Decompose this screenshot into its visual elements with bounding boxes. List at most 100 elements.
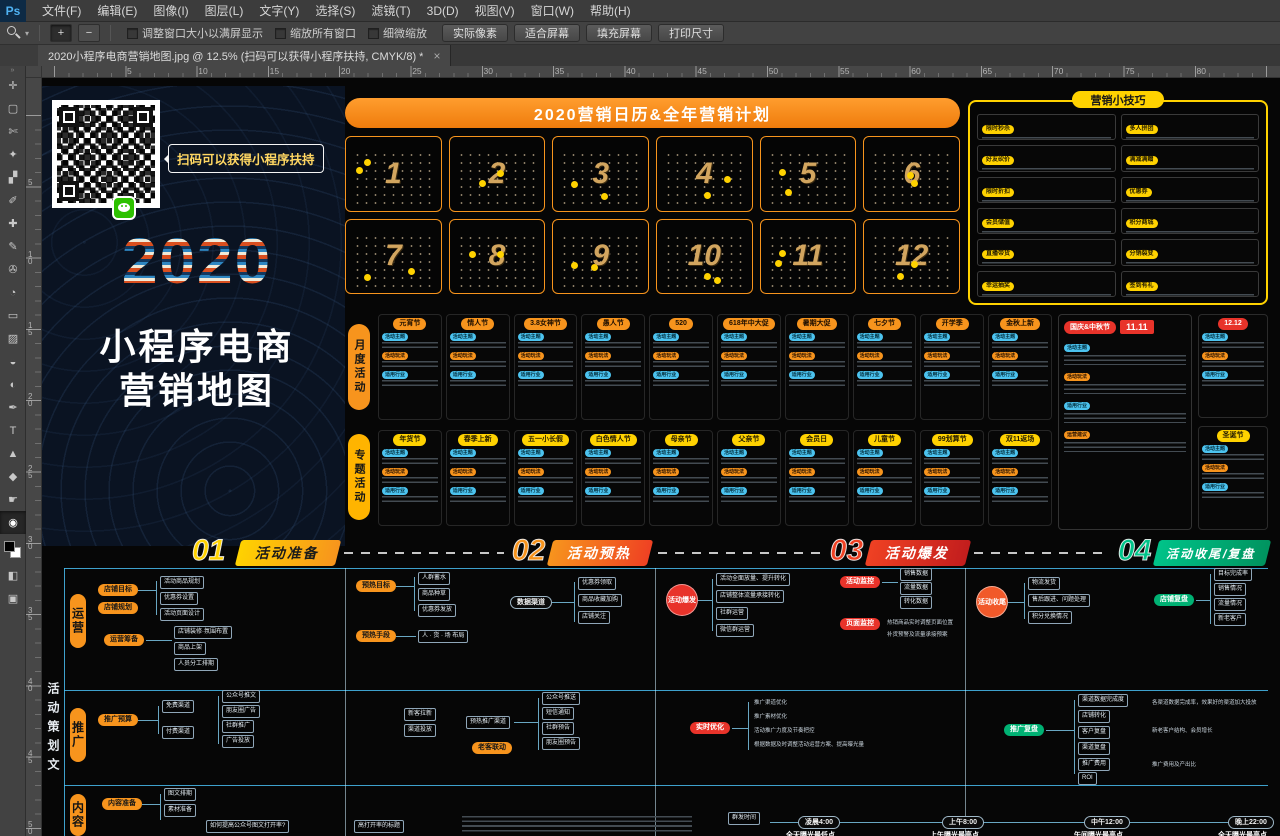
blur-tool[interactable]: ◒ <box>0 350 26 373</box>
phase-2-number: 02 <box>512 534 545 568</box>
campaign-card: 春季上新活动主题活动玩法适用行业 <box>446 430 510 526</box>
ruler-number: 60 <box>911 66 920 76</box>
option-checkbox[interactable]: 缩放所有窗口 <box>275 25 356 41</box>
zoom-tool[interactable]: ◉ <box>0 511 26 534</box>
clone-stamp-tool[interactable]: ✇ <box>0 258 26 281</box>
campaign-card: 元宵节活动主题活动玩法适用行业 <box>378 314 442 420</box>
marquee-tool[interactable]: ▢ <box>0 97 26 120</box>
path-select-tool[interactable]: ▲ <box>0 442 26 465</box>
flow-node <box>146 640 172 641</box>
lasso-tool[interactable]: ✄ <box>0 120 26 143</box>
options-button[interactable]: 填充屏幕 <box>586 24 652 42</box>
option-checkbox[interactable]: 调整窗口大小以满屏显示 <box>127 25 263 41</box>
eyedropper-tool[interactable]: ✐ <box>0 189 26 212</box>
document-tab[interactable]: 2020小程序电商营销地图.jpg @ 12.5% (扫码可以获得小程序扶持, … <box>38 45 451 66</box>
menu-item[interactable]: 窗口(W) <box>523 0 582 22</box>
zoom-tool-preset-icon[interactable] <box>4 24 22 42</box>
document-canvas[interactable]: 扫码可以获得小程序扶持 2020 小程序电商 营销地图 2020营销日历&全年营… <box>42 78 1280 836</box>
horizontal-ruler[interactable]: 5101520253035404550556065707580 <box>42 66 1280 78</box>
menu-item[interactable]: 图层(L) <box>197 0 252 22</box>
menu-item[interactable]: 编辑(E) <box>89 0 145 22</box>
options-button[interactable]: 适合屏幕 <box>514 24 580 42</box>
flow-node: 优惠券发放 <box>418 604 456 617</box>
phase-1-banner: 活动准备 <box>235 540 341 566</box>
option-checkbox[interactable]: 细微缩放 <box>368 25 427 41</box>
menu-item[interactable]: 文字(Y) <box>251 0 307 22</box>
ruler-number: 40 <box>626 66 635 76</box>
flow-node: 优惠券设置 <box>160 592 198 605</box>
campaign-card: 618年中大促活动主题活动玩法适用行业 <box>717 314 781 420</box>
flow-node: 店铺整体流量承接转化 <box>716 590 784 603</box>
flow-node <box>158 706 159 734</box>
flow-node: 微信群运营 <box>716 624 754 637</box>
flow-node: 新客拉新 <box>404 708 436 721</box>
menu-item[interactable]: 文件(F) <box>34 0 89 22</box>
toolbar-grip[interactable]: » <box>0 66 25 74</box>
ruler-number: 50 <box>769 66 778 76</box>
screen-mode-button[interactable]: ▣ <box>0 587 26 610</box>
zoom-in-toggle[interactable]: + <box>50 24 72 42</box>
options-button[interactable]: 实际像素 <box>442 24 508 42</box>
options-button[interactable]: 打印尺寸 <box>658 24 724 42</box>
christmas-pill: 圣诞节 <box>1217 430 1250 442</box>
crop-tool[interactable]: ▞ <box>0 166 26 189</box>
flow-node: 店铺关注 <box>578 611 610 624</box>
tips-panel: 限时秒杀多人拼团好友砍价满减满赠限时折扣优惠券会员储值积分商城直播带货分销裂变幸… <box>968 100 1268 305</box>
dodge-tool[interactable]: ◐ <box>0 373 26 396</box>
flow-node: 广告投放 <box>222 735 254 748</box>
menu-item[interactable]: 帮助(H) <box>582 0 639 22</box>
menu-item[interactable]: 图像(I) <box>145 0 196 22</box>
ruler-number: 3 5 <box>28 607 32 621</box>
healing-brush-tool[interactable]: ✚ <box>0 212 26 235</box>
menu-item[interactable]: 3D(D) <box>419 0 467 22</box>
flow-node: 店铺目标 <box>98 584 138 596</box>
menu-item[interactable]: 选择(S) <box>307 0 363 22</box>
flow-node: 活动推广力度及节奏把控 <box>754 726 815 734</box>
tab-spacer <box>0 45 38 66</box>
type-tool[interactable]: T <box>0 419 26 442</box>
flow-node: 活动商品规划 <box>160 576 204 589</box>
pen-tool[interactable]: ✒ <box>0 396 26 419</box>
campaign-card: 99划算节活动主题活动玩法适用行业 <box>920 430 984 526</box>
close-icon[interactable]: × <box>433 49 440 63</box>
flow-node <box>396 636 416 637</box>
phase-divider <box>965 568 966 836</box>
hand-tool[interactable]: ☛ <box>0 488 26 511</box>
flow-node: 活动页面设计 <box>160 608 204 621</box>
foreground-color-swatch[interactable] <box>4 541 15 552</box>
quick-mask-button[interactable]: ◧ <box>0 564 26 587</box>
tip-box: 优惠券 <box>1121 177 1260 203</box>
phase-2-banner: 活动预热 <box>547 540 653 566</box>
flow-node: 如何提高公众号图文打开率? <box>206 820 289 833</box>
month-box: 12 <box>863 219 960 295</box>
zoom-out-toggle[interactable]: − <box>78 24 100 42</box>
vertical-ruler[interactable]: 51 01 52 02 53 03 54 04 55 0 <box>26 78 42 836</box>
flow-node: 运营筹备 <box>104 634 144 646</box>
ruler-number: 1 0 <box>28 251 32 265</box>
tip-box: 幸运抽奖 <box>977 271 1116 297</box>
divider <box>110 25 111 41</box>
flow-node: 流量数据 <box>900 582 932 595</box>
photoshop-logo-icon: Ps <box>0 0 26 22</box>
month-box: 6 <box>863 136 960 212</box>
menu-item[interactable]: 视图(V) <box>467 0 523 22</box>
flow-node: 人员分工排期 <box>174 658 218 671</box>
phase-3-number: 03 <box>830 534 863 568</box>
option-buttons: 实际像素适合屏幕填充屏幕打印尺寸 <box>439 24 727 42</box>
phase-divider <box>345 568 346 836</box>
campaign-card: 金秋上新活动主题活动玩法适用行业 <box>988 314 1052 420</box>
move-tool[interactable]: ✛ <box>0 74 26 97</box>
chevron-down-icon[interactable]: ▾ <box>25 29 29 38</box>
gradient-tool[interactable]: ▨ <box>0 327 26 350</box>
quick-select-tool[interactable]: ✦ <box>0 143 26 166</box>
eraser-tool[interactable]: ▭ <box>0 304 26 327</box>
ruler-number: 10 <box>198 66 207 76</box>
history-brush-tool[interactable]: ◔ <box>0 281 26 304</box>
menu-item[interactable]: 滤镜(T) <box>363 0 418 22</box>
ruler-number: 20 <box>341 66 350 76</box>
month-box: 10 <box>656 219 753 295</box>
shape-tool[interactable]: ◆ <box>0 465 26 488</box>
phase-dashes <box>344 552 504 554</box>
color-swatches[interactable] <box>0 538 26 564</box>
brush-tool[interactable]: ✎ <box>0 235 26 258</box>
